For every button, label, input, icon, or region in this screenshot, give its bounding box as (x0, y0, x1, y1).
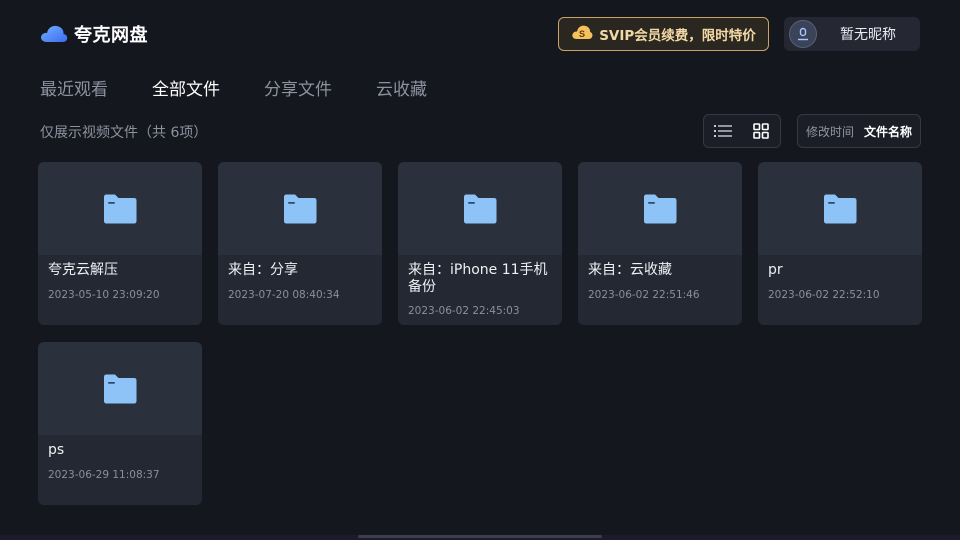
view-mode-toggle (703, 114, 781, 148)
file-name: 来自：分享 (228, 262, 298, 278)
tab-all-files[interactable]: 全部文件 (152, 75, 220, 100)
file-name: 来自：iPhone 11手机备份 (408, 262, 548, 295)
app-name: 夸克网盘 (74, 25, 148, 46)
sort-by-file-name[interactable]: 文件名称 (864, 123, 912, 140)
file-name: 来自：云收藏 (588, 262, 672, 278)
file-thumbnail (758, 162, 922, 255)
avatar (789, 20, 817, 48)
file-thumbnail (38, 342, 202, 435)
svip-renew-button[interactable]: S SVIP会员续费，限时特价 (558, 17, 769, 51)
category-tabs: 最近观看 全部文件 分享文件 云收藏 (40, 75, 471, 100)
grid-view-icon (753, 123, 769, 139)
file-thumbnail (38, 162, 202, 255)
sort-toggle: 修改时间 文件名称 (797, 114, 921, 148)
file-name: 夸克云解压 (48, 262, 118, 278)
svip-cloud-icon: S (571, 23, 593, 45)
file-modified-time: 2023-06-02 22:45:03 (408, 305, 520, 317)
file-thumbnail (398, 162, 562, 255)
grid-view-button[interactable] (742, 115, 780, 147)
file-name: pr (768, 262, 783, 278)
user-icon (798, 27, 808, 41)
file-modified-time: 2023-06-02 22:51:46 (588, 289, 700, 301)
file-modified-time: 2023-06-02 22:52:10 (768, 289, 880, 301)
file-modified-time: 2023-05-10 23:09:20 (48, 289, 160, 301)
file-card[interactable]: 来自：分享 2023-07-20 08:40:34 (218, 162, 382, 325)
file-modified-time: 2023-07-20 08:40:34 (228, 289, 340, 301)
folder-icon (824, 194, 857, 223)
file-card[interactable]: 夸克云解压 2023-05-10 23:09:20 (38, 162, 202, 325)
sort-by-modified-time[interactable]: 修改时间 (806, 123, 854, 140)
list-view-button[interactable] (704, 115, 742, 147)
tab-shared[interactable]: 分享文件 (264, 75, 332, 100)
svip-label: SVIP会员续费，限时特价 (599, 28, 756, 44)
file-card[interactable]: 来自：云收藏 2023-06-02 22:51:46 (578, 162, 742, 325)
top-bar: 夸克网盘 S SVIP会员续费，限时特价 暂无昵称 (0, 0, 960, 66)
list-view-icon (714, 125, 732, 137)
cloud-logo-icon (40, 24, 68, 44)
file-card[interactable]: pr 2023-06-02 22:52:10 (758, 162, 922, 325)
file-thumbnail (218, 162, 382, 255)
folder-icon (104, 374, 137, 403)
folder-icon (104, 194, 137, 223)
tab-cloud-favorites[interactable]: 云收藏 (376, 75, 427, 100)
folder-icon (464, 194, 497, 223)
file-thumbnail (578, 162, 742, 255)
file-modified-time: 2023-06-29 11:08:37 (48, 469, 160, 481)
svg-text:S: S (579, 29, 585, 39)
user-name: 暂无昵称 (840, 27, 896, 43)
user-profile-button[interactable]: 暂无昵称 (784, 17, 920, 51)
tab-recent[interactable]: 最近观看 (40, 75, 108, 100)
folder-icon (284, 194, 317, 223)
file-name: ps (48, 442, 65, 458)
app-logo: 夸克网盘 (40, 21, 148, 47)
home-indicator (358, 535, 602, 538)
file-card[interactable]: 来自：iPhone 11手机备份 2023-06-02 22:45:03 (398, 162, 562, 325)
file-count-info: 仅展示视频文件（共 6项） (40, 125, 208, 141)
file-card[interactable]: ps 2023-06-29 11:08:37 (38, 342, 202, 505)
folder-icon (644, 194, 677, 223)
